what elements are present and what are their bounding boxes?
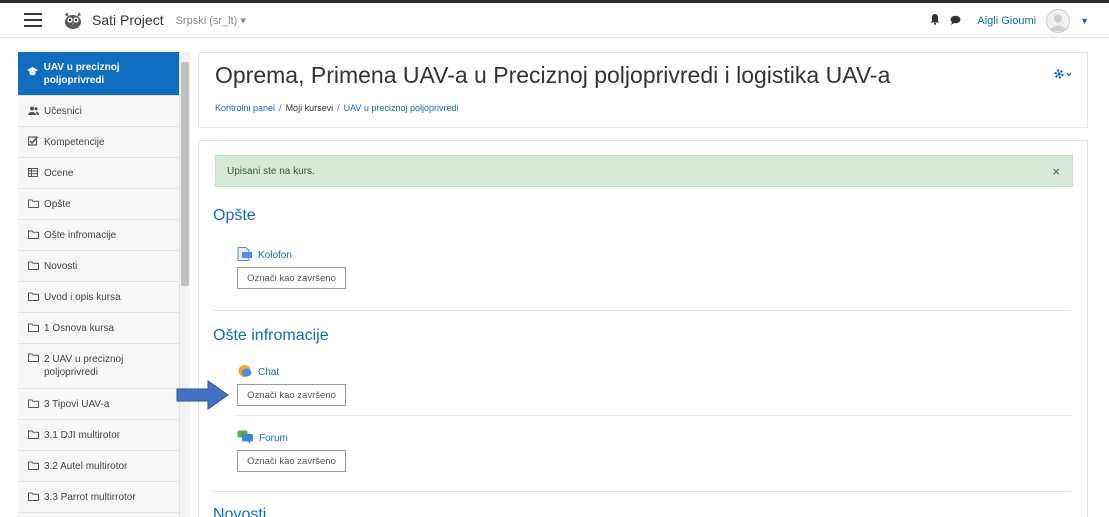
bell-icon[interactable] [930, 13, 940, 28]
sidebar-item-course[interactable]: UAV u preciznoj poljoprivredi [18, 52, 179, 96]
forum-icon [237, 430, 254, 447]
chat-icon [237, 364, 253, 381]
folder-icon [27, 492, 39, 503]
activity-name: Kolofon [258, 250, 292, 261]
activity-kolofon: Kolofon Označi kao završeno [237, 247, 346, 289]
folder-icon [27, 292, 39, 303]
folder-icon [27, 199, 39, 210]
page-icon [237, 247, 253, 264]
sidebar-item-label: Uvod i opis kursa [44, 291, 121, 303]
breadcrumb-dashboard-link[interactable]: Kontrolni panel [215, 103, 275, 113]
sidebar-item-section-info[interactable]: Ošte infromacije [18, 220, 179, 251]
sidebar-item-section-news[interactable]: Novosti [18, 251, 179, 282]
folder-icon [27, 399, 39, 410]
breadcrumb-my-courses[interactable]: Moji kursevi [286, 103, 334, 113]
breadcrumb-separator: / [279, 103, 282, 113]
username-link[interactable]: Aigli Gioumi [977, 15, 1036, 27]
sidebar-item-label: UAV u preciznoj poljoprivredi [43, 61, 120, 86]
sidebar-item-label: Kompetencije [44, 136, 105, 148]
sidebar-item-label: Ocene [44, 167, 74, 179]
sidebar-item-section-general[interactable]: Opšte [18, 189, 179, 220]
menu-hamburger-icon[interactable] [24, 13, 42, 27]
activity-link[interactable]: Kolofon [237, 247, 346, 264]
sidebar-scroll-thumb[interactable] [181, 62, 189, 286]
sidebar-item-label: 1 Osnova kursa [44, 322, 115, 334]
site-logo-icon[interactable] [62, 9, 84, 31]
sidebar-item-section-intro[interactable]: Uvod i opis kursa [18, 282, 179, 313]
sidebar-item-label: Opšte [44, 198, 71, 210]
sidebar-item-label: 3.2 Autel multirotor [44, 460, 128, 472]
sidebar-item-label: 3 Tipovi UAV-a [44, 398, 110, 410]
activity-link[interactable]: Chat [237, 364, 346, 381]
course-navigation-drawer: UAV u preciznoj poljoprivredi Učesnici K… [18, 52, 180, 517]
sidebar-item-label: Učesnici [44, 105, 82, 117]
folder-icon [27, 353, 39, 366]
chat-bubble-icon[interactable] [950, 14, 961, 28]
page-title: Oprema, Primena UAV-a u Preciznoj poljop… [215, 62, 891, 88]
activity-name: Forum [259, 433, 288, 444]
section-title-news[interactable]: Novosti [213, 506, 266, 517]
sidebar-item-label: 3.3 Parrot multirrotor [44, 491, 136, 503]
folder-icon [27, 323, 39, 334]
sidebar-item-label: Ošte infromacije [44, 229, 117, 241]
sidebar-item-section-1[interactable]: 1 Osnova kursa [18, 313, 179, 344]
checkbox-icon [27, 136, 39, 148]
breadcrumb: Kontrolni panel / Moji kursevi / UAV u p… [215, 103, 458, 113]
folder-icon [27, 261, 39, 272]
graduation-cap-icon [27, 67, 39, 80]
activity-divider [237, 415, 1071, 416]
top-navbar: Sati Project Srpski (sr_lt) ▾ Aigli Giou… [0, 0, 1109, 38]
course-content: Upisani ste na kurs. × Opšte Kolofon Ozn… [198, 140, 1088, 517]
sidebar-item-section-3-1[interactable]: 3.1 DJI multirotor [18, 420, 179, 451]
mark-done-button[interactable]: Označi kao završeno [237, 450, 346, 472]
activity-name: Chat [258, 367, 280, 378]
sidebar-item-label: 2 UAV u preciznoj poljoprivredi [44, 354, 124, 378]
gear-icon[interactable] [1053, 67, 1073, 84]
activity-forum: Forum Označi kao završeno [237, 430, 346, 472]
user-area: Aigli Gioumi ▼ [930, 3, 1089, 38]
section-divider [213, 310, 1071, 311]
folder-icon [27, 461, 39, 472]
close-icon[interactable]: × [1052, 164, 1060, 179]
user-menu-caret-icon[interactable]: ▼ [1080, 16, 1089, 26]
sidebar-item-section-3-3[interactable]: 3.3 Parrot multirrotor [18, 482, 179, 513]
language-selector[interactable]: Srpski (sr_lt) ▾ [176, 14, 246, 27]
activity-chat: Chat Označi kao završeno [237, 364, 346, 406]
sidebar-item-label: 3.1 DJI multirotor [44, 429, 121, 441]
users-icon [27, 106, 39, 117]
site-name[interactable]: Sati Project [92, 12, 164, 28]
breadcrumb-course-link[interactable]: UAV u preciznoj poljoprivredi [344, 103, 459, 113]
sidebar-item-participants[interactable]: Učesnici [18, 96, 179, 127]
section-divider [213, 491, 1071, 492]
sidebar-item-section-3-2[interactable]: 3.2 Autel multirotor [18, 451, 179, 482]
section-title-general[interactable]: Opšte [213, 207, 256, 225]
section-title-info[interactable]: Ošte infromacije [213, 327, 329, 345]
sidebar-item-section-2[interactable]: 2 UAV u preciznoj poljoprivredi [18, 344, 179, 389]
folder-icon [27, 430, 39, 441]
avatar[interactable] [1046, 8, 1071, 33]
page-header: Oprema, Primena UAV-a u Preciznoj poljop… [198, 52, 1088, 128]
sidebar-item-section-3[interactable]: 3 Tipovi UAV-a [18, 389, 179, 420]
mark-done-button[interactable]: Označi kao završeno [237, 267, 346, 289]
sidebar-item-grades[interactable]: Ocene [18, 158, 179, 189]
enrolment-alert: Upisani ste na kurs. × [215, 155, 1073, 187]
table-icon [27, 167, 39, 179]
sidebar-scrollbar[interactable] [180, 52, 190, 517]
breadcrumb-separator: / [337, 103, 340, 113]
alert-text: Upisani ste na kurs. [227, 165, 315, 177]
activity-link[interactable]: Forum [237, 430, 346, 447]
sidebar-item-competencies[interactable]: Kompetencije [18, 127, 179, 158]
mark-done-button[interactable]: Označi kao završeno [237, 384, 346, 406]
folder-icon [27, 230, 39, 241]
annotation-arrow-icon [176, 380, 229, 410]
sidebar-item-label: Novosti [44, 260, 78, 272]
